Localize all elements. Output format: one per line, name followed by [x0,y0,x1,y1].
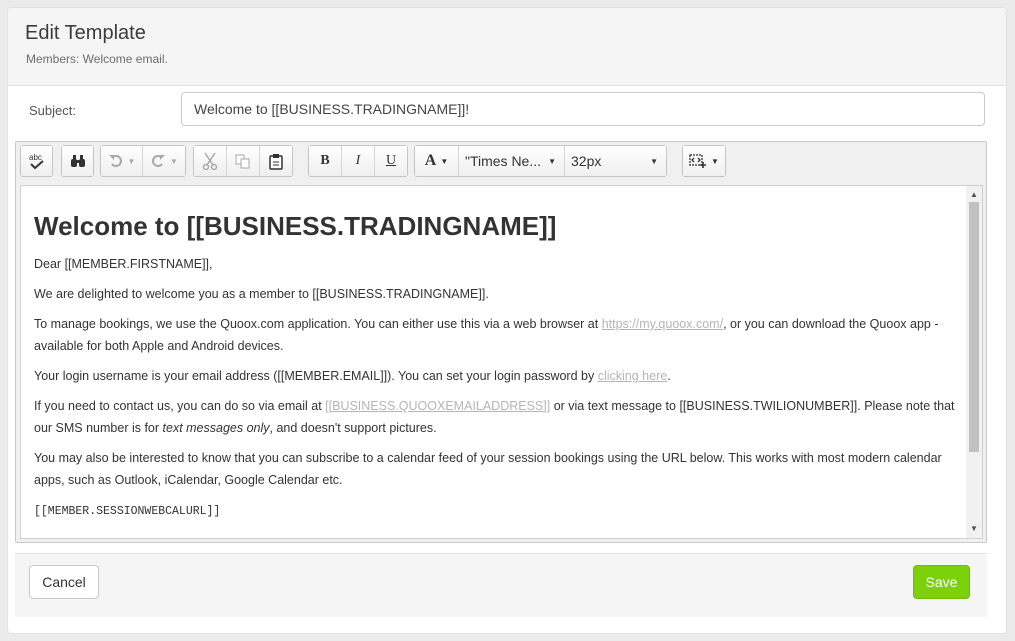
font-size-select[interactable]: 32px ▼ [565,146,666,176]
subject-label: Subject: [29,103,76,118]
insert-dropdown-caret[interactable]: ▼ [711,157,719,166]
contact-emphasis: text messages only [162,421,270,435]
contact-text-end: , and doesn't support pictures. [269,421,437,435]
editor-toolbar: abc ▼ ▼ B I U A ▼ "Times Ne... ▼ 32px ▼ … [16,142,986,184]
font-group: A ▼ "Times Ne... ▼ 32px ▼ [414,145,667,177]
italic-icon: I [355,153,361,168]
login-paragraph: Your login username is your email addres… [34,365,959,387]
font-color-dropdown-caret[interactable]: ▼ [440,157,448,166]
calendar-url-placeholder: [[MEMBER.SESSIONWEBCALURL]] [34,505,221,518]
form-footer: Cancel Save [15,553,987,617]
insert-group: ▼ [682,145,726,177]
history-group: ▼ ▼ [100,145,186,177]
paste-icon [269,153,283,170]
subject-input[interactable] [181,92,985,126]
find-button[interactable] [62,146,93,176]
insert-snippet-icon [689,153,707,169]
save-button[interactable]: Save [913,565,970,599]
business-email-link[interactable]: [[BUSINESS.QUOOXEMAILADDRESS]] [325,399,550,413]
panel-header: Edit Template Members: Welcome email. [8,8,1006,86]
copy-button[interactable] [227,146,260,176]
spellcheck-group: abc [20,145,53,177]
bold-button[interactable]: B [309,146,342,176]
page-subtitle: Members: Welcome email. [26,52,168,66]
email-body[interactable]: Welcome to [[BUSINESS.TRADINGNAME]] Dear… [34,186,959,531]
clipboard-group [193,145,293,177]
undo-button[interactable]: ▼ [101,146,143,176]
cut-icon [202,152,218,170]
calendar-paragraph: You may also be interested to know that … [34,451,942,487]
undo-dropdown-caret[interactable]: ▼ [128,157,136,166]
copy-icon [235,153,251,169]
bold-icon: B [320,153,330,168]
set-password-link[interactable]: clicking here [598,369,667,383]
spellcheck-button[interactable]: abc [21,146,52,176]
quoox-web-link[interactable]: https://my.quoox.com/ [602,317,723,331]
greeting-paragraph: Dear [[MEMBER.FIRSTNAME]], [34,257,213,271]
login-text: Your login username is your email addres… [34,369,598,383]
font-family-value: "Times Ne... [465,153,542,169]
underline-button[interactable]: U [375,146,407,176]
editor-content-area[interactable]: Welcome to [[BUSINESS.TRADINGNAME]] Dear… [20,185,983,539]
bookings-paragraph: To manage bookings, we use the Quoox.com… [34,313,959,357]
font-size-value: 32px [571,153,602,169]
spellcheck-icon: abc [28,152,46,170]
redo-dropdown-caret[interactable]: ▼ [170,157,178,166]
paste-button[interactable] [260,146,292,176]
login-text-end: . [667,369,671,383]
underline-icon: U [385,153,397,168]
redo-button[interactable]: ▼ [143,146,185,176]
insert-snippet-button[interactable]: ▼ [683,146,725,176]
font-color-icon: A [424,152,437,169]
rich-text-editor: abc ▼ ▼ B I U A ▼ "Times Ne... ▼ 32px ▼ … [15,141,987,543]
chevron-down-icon: ▼ [548,157,556,166]
font-family-select[interactable]: "Times Ne... ▼ [459,146,565,176]
email-heading: Welcome to [[BUSINESS.TRADINGNAME]] [34,211,557,241]
cancel-button[interactable]: Cancel [29,565,99,599]
editor-scrollbar[interactable]: ▲ ▼ [966,186,982,538]
scroll-down-arrow-icon[interactable]: ▼ [966,522,982,536]
welcome-paragraph: We are delighted to welcome you as a mem… [34,287,489,301]
page-title: Edit Template [25,22,146,44]
contact-text: If you need to contact us, you can do so… [34,399,326,413]
contact-paragraph: If you need to contact us, you can do so… [34,395,959,439]
spellcheck-text: abc [29,153,42,162]
bookings-text: To manage bookings, we use the Quoox.com… [34,317,602,331]
cut-button[interactable] [194,146,227,176]
scrollbar-thumb[interactable] [969,202,979,452]
font-color-button[interactable]: A ▼ [415,146,459,176]
chevron-down-icon: ▼ [650,157,658,166]
find-group [61,145,94,177]
undo-icon [108,154,124,168]
redo-icon [150,154,166,168]
scroll-up-arrow-icon[interactable]: ▲ [966,188,982,202]
italic-button[interactable]: I [342,146,375,176]
text-style-group: B I U [308,145,408,177]
find-icon [70,154,86,168]
